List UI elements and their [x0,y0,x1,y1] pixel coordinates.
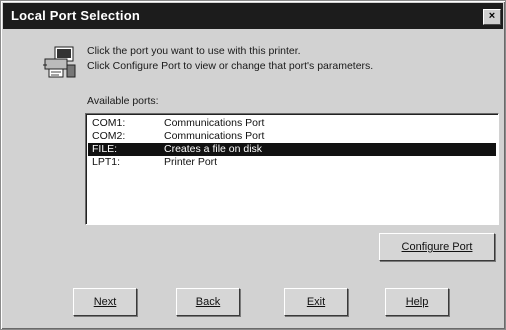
available-ports-label: Available ports: [87,95,159,107]
exit-button[interactable]: Exit [284,288,348,316]
available-ports-listbox[interactable]: COM1: Communications Port COM2: Communic… [85,113,499,225]
port-description: Creates a file on disk [164,143,263,155]
port-description: Communications Port [164,130,265,142]
local-port-selection-dialog: Local Port Selection × Click the port yo… [0,0,506,330]
port-row-com1[interactable]: COM1: Communications Port [88,117,496,130]
next-button[interactable]: Next [73,288,137,316]
port-description: Communications Port [164,117,265,129]
help-button[interactable]: Help [385,288,449,316]
port-row-lpt1[interactable]: LPT1: Printer Port [88,156,496,169]
instruction-line-1: Click the port you want to use with this… [87,45,301,57]
close-icon: × [488,10,496,22]
configure-port-button[interactable]: Configure Port [379,233,495,261]
port-row-com2[interactable]: COM2: Communications Port [88,130,496,143]
close-button[interactable]: × [483,9,501,25]
port-description: Printer Port [164,156,218,168]
window-title: Local Port Selection [11,8,140,23]
instruction-line-2: Click Configure Port to view or change t… [87,60,374,72]
back-button[interactable]: Back [176,288,240,316]
printer-port-wizard-icon [43,46,76,78]
port-row-file[interactable]: FILE: Creates a file on disk [88,143,496,156]
title-bar: Local Port Selection × [3,3,503,29]
port-name: COM1: [92,117,126,129]
port-name: LPT1: [92,156,121,168]
port-name: COM2: [92,130,126,142]
port-name: FILE: [92,143,118,155]
